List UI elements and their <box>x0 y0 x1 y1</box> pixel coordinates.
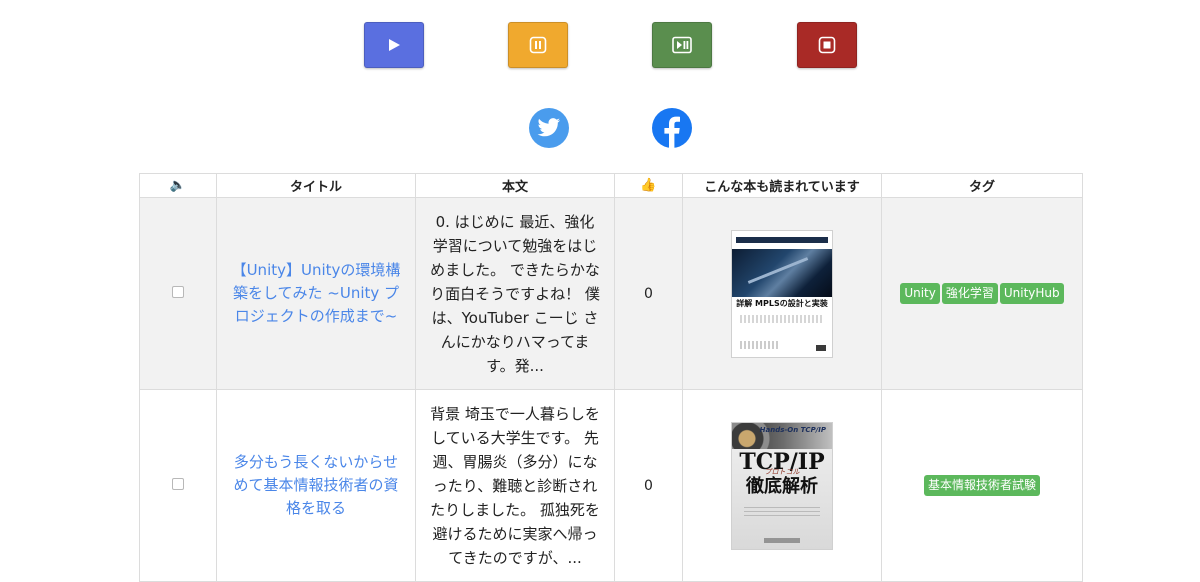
pause-button[interactable] <box>508 22 568 68</box>
like-count: 0 <box>644 477 653 494</box>
title-cell: 【Unity】Unityの環境構築をしてみた ~Unity プロジェクトの作成ま… <box>216 197 416 390</box>
article-table: 🔈 タイトル 本文 👍 こんな本も読まれています タグ 【Unity】Unity… <box>139 173 1083 582</box>
tag-badge[interactable]: UnityHub <box>999 283 1064 304</box>
stop-button[interactable] <box>797 22 857 68</box>
twitter-icon <box>537 118 561 137</box>
playback-controls <box>0 22 1200 70</box>
table-header-row: 🔈 タイトル 本文 👍 こんな本も読まれています タグ <box>139 173 1083 198</box>
article-title-link[interactable]: 多分もう長くないからせめて基本情報技術者の資格を取る <box>217 451 415 520</box>
table-row: 【Unity】Unityの環境構築をしてみた ~Unity プロジェクトの作成ま… <box>139 197 1083 390</box>
tag-badge[interactable]: Unity <box>900 283 940 304</box>
article-title-link[interactable]: 【Unity】Unityの環境構築をしてみた ~Unity プロジェクトの作成ま… <box>217 259 415 328</box>
tag-badge[interactable]: 強化学習 <box>941 283 998 304</box>
play-button[interactable] <box>364 22 424 68</box>
book-cover-mpls[interactable]: 詳解 MPLSの設計と実装 <box>731 229 833 358</box>
likes-cell: 0 <box>614 389 683 582</box>
article-excerpt: 0. はじめに 最近、強化学習について勉強をはじめました。 できたらかなり面白そ… <box>430 212 600 375</box>
article-excerpt: 背景 埼玉で一人暮らしをしている大学生です。 先週、胃腸炎（多分）になったり、難… <box>430 404 600 567</box>
play-icon <box>389 39 400 51</box>
excerpt-cell: 0. はじめに 最近、強化学習について勉強をはじめました。 できたらかなり面白そ… <box>415 197 615 390</box>
book-cell: Hands-On TCP/IP TCP/IP プロトコル 徹底解析 <box>682 389 882 582</box>
book-series: Hands-On TCP/IP <box>759 425 826 434</box>
facebook-icon <box>664 116 680 148</box>
header-body: 本文 <box>415 173 615 198</box>
header-books: こんな本も読まれています <box>682 173 882 198</box>
twitter-share-button[interactable] <box>529 108 569 148</box>
header-tags: タグ <box>881 173 1083 198</box>
row-checkbox[interactable] <box>172 285 184 298</box>
select-cell <box>139 389 217 582</box>
header-speaker: 🔈 <box>139 173 217 198</box>
book-cell: 詳解 MPLSの設計と実装 <box>682 197 882 390</box>
tags-cell: Unity 強化学習 UnityHub <box>881 197 1083 390</box>
header-title: タイトル <box>216 173 416 198</box>
likes-cell: 0 <box>614 197 683 390</box>
table-row: 多分もう長くないからせめて基本情報技術者の資格を取る 背景 埼玉で一人暮らしをし… <box>139 389 1083 582</box>
row-checkbox[interactable] <box>172 477 184 490</box>
play-pause-icon <box>672 36 692 54</box>
excerpt-cell: 背景 埼玉で一人暮らしをしている大学生です。 先週、胃腸炎（多分）になったり、難… <box>415 389 615 582</box>
share-buttons <box>0 108 1200 150</box>
select-cell <box>139 197 217 390</box>
book-title: 詳解 MPLSの設計と実装 <box>736 298 828 308</box>
tags-cell: 基本情報技術者試験 <box>881 389 1083 582</box>
book-cover-tcpip[interactable]: Hands-On TCP/IP TCP/IP プロトコル 徹底解析 <box>731 421 833 550</box>
book-title-jp: 徹底解析 <box>746 475 818 497</box>
stop-icon <box>818 36 836 54</box>
pause-icon <box>529 36 547 54</box>
play-pause-button[interactable] <box>652 22 712 68</box>
tag-badge[interactable]: 基本情報技術者試験 <box>923 475 1040 496</box>
facebook-share-button[interactable] <box>652 108 692 148</box>
header-likes: 👍 <box>614 173 683 198</box>
title-cell: 多分もう長くないからせめて基本情報技術者の資格を取る <box>216 389 416 582</box>
like-count: 0 <box>644 285 653 302</box>
